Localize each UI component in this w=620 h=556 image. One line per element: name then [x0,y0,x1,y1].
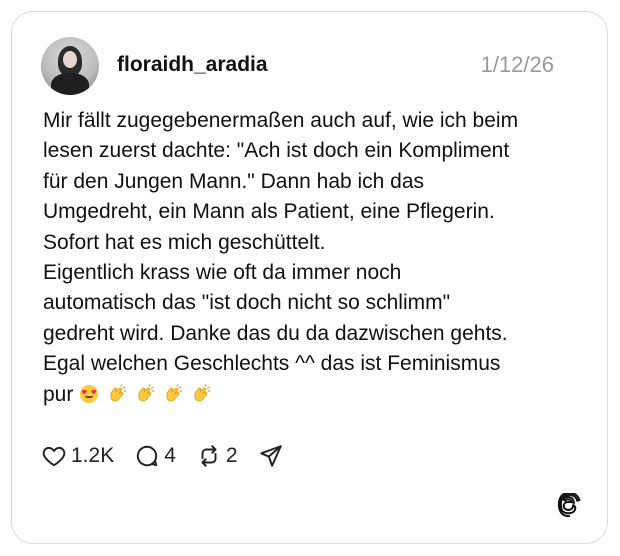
post-card[interactable]: floraidh_aradia 1/12/26 Mir fällt zugege… [11,11,608,544]
post-text-line: Eigentlich krass wie oft da immer noch [43,261,402,285]
post-text-last-line: pur [43,380,578,410]
reply-count: 4 [164,444,176,467]
post-text-line: lesen zuerst dachte: "Ach ist doch ein K… [43,139,510,163]
post-text-line: automatisch das "ist doch nicht so schli… [43,291,451,315]
post-text-line: Sofort hat es mich geschüttelt. [43,230,326,254]
post-text-line: für den Jungen Mann." Dann hab ich das [43,169,425,193]
avatar-face-shape [63,51,77,68]
post-text-line: Mir fällt zugegebenermaßen auch auf, wie… [43,109,519,132]
heart-eyes-emoji-icon [80,384,99,403]
post-text-line: gedreht wird. Danke das du da dazwischen… [43,321,508,345]
comment-bubble-icon [137,445,158,467]
like-button[interactable]: 1.2K [41,441,114,471]
reply-button[interactable]: 4 [134,441,176,471]
post-text-line: Umgedreht, ein Mann als Patient, eine Pf… [43,200,495,224]
clapping-hands-emoji-icon [194,384,210,402]
clapping-hands-emoji-icon [166,384,183,402]
heart-icon [42,446,66,467]
like-count: 1.2K [71,444,115,467]
avatar[interactable] [41,37,99,95]
repost-icon [201,445,217,467]
repost-button[interactable]: 2 [196,441,238,471]
username-link[interactable]: floraidh_aradia [117,52,268,78]
post-text-line: Egal welchen Geschlechts ^^ das ist Femi… [43,352,501,376]
avatar-body-shape [51,73,89,95]
post-text: Mir fällt zugegebenermaßen auch auf, wie… [43,106,578,410]
threads-logo-icon[interactable] [557,493,581,517]
repost-count: 2 [225,444,238,467]
clapping-hands-emoji-icon [110,384,127,402]
clapping-hands-emoji-icon [138,384,155,402]
post-text-line: pur [43,382,74,406]
post-date: 1/12/26 [480,52,554,77]
share-button[interactable] [258,441,284,471]
post-actions: 1.2K 4 2 [41,441,304,471]
send-icon [259,445,282,467]
